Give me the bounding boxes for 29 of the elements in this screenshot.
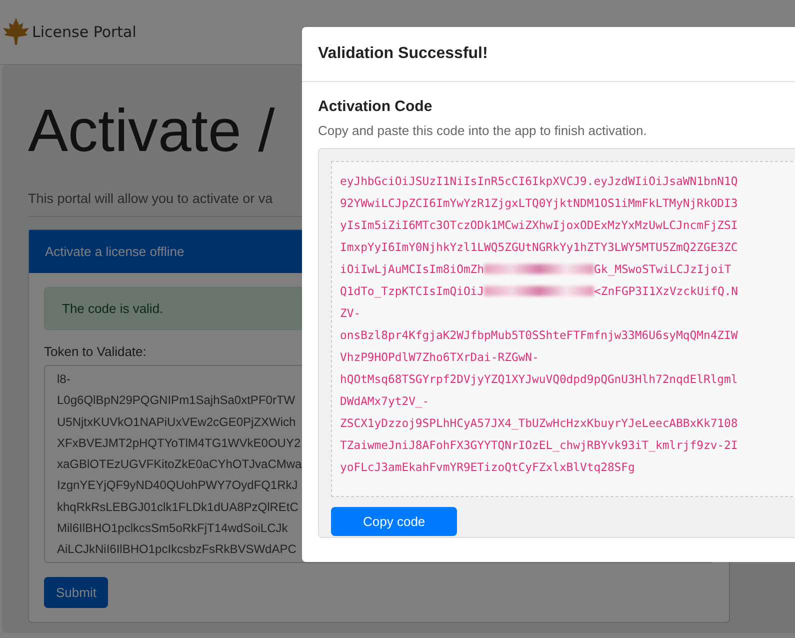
code-line: eyJhbGciOiJSUzI1NiIsInR5cCI6IkpXVCJ9.eyJzdWIiOiJsaWN1bnN1Q — [340, 173, 738, 190]
code-line: TZaiwmeJniJ8AFohFX3GYYTQNrIOzEL_chwjRBYvk93iT_kmlrjf9zv-2I — [340, 437, 738, 454]
code-line: ZSCX1yDzzoj9SPLhHCyA57JX4_TbUZwHcHzxKbuyrYJeLeecABBxKk7108 — [340, 415, 738, 432]
token-text-line: khqRkRsLEBGJ01clk1FLDk1dUA8PzQlREtC — [57, 498, 298, 516]
code-line: VhzP9HOPdlW7Zho6TXrDai-RZGwN- — [340, 349, 539, 366]
token-text-line: AiLCJkNiI6IlBHO1pcIkcsbzFsRkBVSWdAPC — [57, 541, 296, 558]
code-line: ZV- — [340, 305, 361, 322]
token-label: Token to Validate: — [44, 344, 146, 359]
token-text-line: xaGBlOTEzUGVFKitoZkE0aCYhOTJvaCMwa — [57, 456, 302, 474]
token-text-line: U5NjtxKUVkO1NAPiUxVEw2cGE0PjZXWich — [57, 414, 296, 431]
submit-button[interactable]: Submit — [44, 577, 108, 608]
dialog-title: Validation Successful! — [318, 45, 489, 63]
page-subtitle: This portal will allow you to activate or va — [28, 191, 273, 206]
code-line: onsBzl8pr4KfgjaK2WJfbpMub5T0SShteFTFmfnjw33M6U6syMqQMn4ZIW — [340, 327, 738, 344]
token-text-line: l8- — [57, 371, 70, 388]
token-text-line: IzgnYEYjQF9yND40QUohPWY7OydFQ1RkJ — [57, 477, 298, 494]
copy-code-button[interactable]: Copy code — [331, 507, 458, 536]
activation-code-heading: Activation Code — [318, 98, 434, 115]
code-line: hQOtMsq68TSGYrpf2DVjyYZQ1XYJwuVQ0dpd9pQGnU3Hlh72nqdElRlgml — [340, 371, 738, 388]
activation-hint: Copy and paste this code into the app to finish activation. — [318, 123, 648, 138]
code-line: 92YWwiLCJpZCI6ImYwYzR1ZjgxLTQ0YjktNDM1OS1iMmFkLTMyNjRkODI3 — [340, 195, 738, 212]
token-text-line: L0g6QlBpN29PQGNIPm1SajhSa0xtPF0rTW — [57, 392, 296, 410]
token-text-line: Mil6IlBHO1pclkcsSm5oRkFjT14wdSoiLCJk — [57, 520, 288, 538]
code-line: DWdAMx7yt2V_- — [340, 393, 430, 410]
page-title: Activate / — [28, 101, 275, 161]
code-line: yoFLcJ3amEkahFvmYR9ETizoQtCyFZxlxBlVtq28SFg — [340, 459, 635, 476]
maple-leaf-icon — [2, 17, 30, 47]
token-text-line: XFxBVEJMT2pHQTYoTlM4TG1WVkE0OUY2 — [57, 434, 301, 452]
brand-name[interactable]: License Portal — [32, 23, 136, 41]
